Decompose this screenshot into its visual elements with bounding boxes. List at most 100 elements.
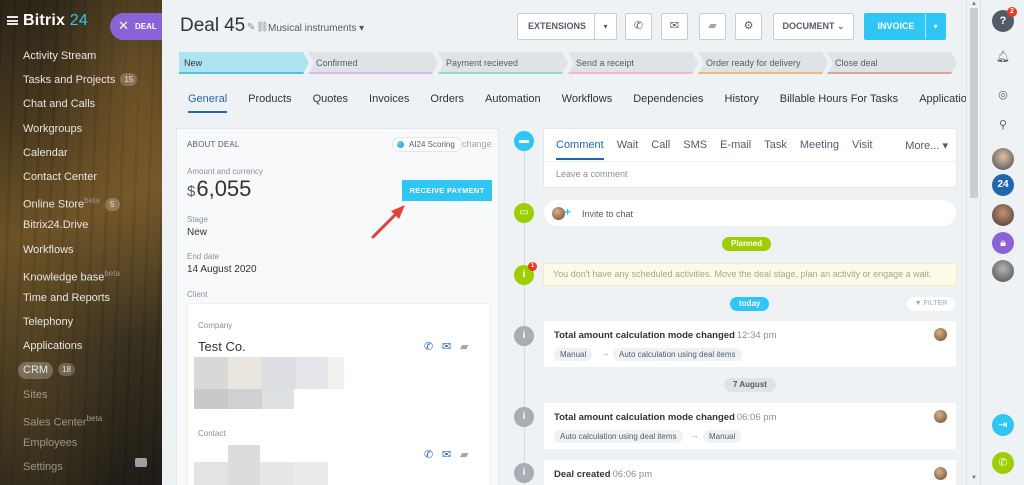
messages-icon[interactable]: ◎	[992, 84, 1014, 106]
tab[interactable]: Quotes	[313, 93, 348, 111]
scrollbar[interactable]: ▲ ▼	[966, 0, 980, 485]
phone-call-button[interactable]: ✆	[625, 13, 652, 40]
sidebar-item[interactable]: Tasks and Projects 15	[0, 70, 162, 94]
old-value-chip: Auto calculation using deal items	[554, 430, 683, 443]
stage-step[interactable]: Send a receipt	[568, 52, 698, 74]
menu-burger-icon[interactable]	[7, 16, 18, 25]
avatar[interactable]	[934, 467, 947, 480]
stage-step[interactable]: Order ready for delivery	[698, 52, 828, 74]
tab[interactable]: Billable Hours For Tasks	[780, 93, 898, 111]
tab[interactable]: Workflows	[562, 93, 613, 111]
tab[interactable]: Dependencies	[633, 93, 703, 111]
stage-value[interactable]: New	[187, 227, 207, 238]
chat-icon[interactable]: ▰	[460, 448, 468, 461]
sidebar-item[interactable]: Calendar	[0, 143, 162, 167]
activity-tab[interactable]: Task	[764, 139, 787, 158]
phone-icon[interactable]: ✆	[424, 340, 433, 353]
sidebar-item[interactable]: Sites	[0, 385, 162, 409]
activity-tab[interactable]: Meeting	[800, 139, 839, 158]
extensions-button[interactable]: EXTENSIONS ▾	[517, 13, 617, 40]
ai-scoring-badge[interactable]: AI24 Scoring	[392, 137, 462, 152]
tab[interactable]: General	[188, 93, 228, 113]
sidebar-item[interactable]: Sales Centerbeta	[0, 409, 162, 433]
invite-to-chat[interactable]: + Invite to chat	[543, 199, 957, 227]
exit-icon[interactable]: ⇥	[992, 414, 1014, 436]
tab[interactable]: Orders	[430, 93, 464, 111]
scroll-up-icon[interactable]: ▲	[971, 1, 977, 7]
end-date-value[interactable]: 14 August 2020	[187, 264, 257, 275]
beta-label: beta	[84, 196, 100, 206]
category-selector[interactable]: Musical instruments ▾	[268, 23, 364, 34]
scroll-down-icon[interactable]: ▼	[971, 475, 977, 481]
sidebar-item[interactable]: Knowledge basebeta	[0, 264, 162, 288]
sidebar-item[interactable]: Applications	[0, 336, 162, 360]
sidebar-item[interactable]: Activity Stream	[0, 46, 162, 70]
comment-icon: ▬	[514, 131, 534, 151]
tab[interactable]: Automation	[485, 93, 541, 111]
avatar[interactable]	[992, 148, 1014, 170]
sidebar-item[interactable]: Online Storebeta 5	[0, 191, 162, 215]
avatar[interactable]	[934, 410, 947, 423]
stage-step[interactable]: Confirmed	[308, 52, 438, 74]
document-button[interactable]: DOCUMENT ⌄	[773, 13, 854, 40]
filter-button[interactable]: ▼ FILTER	[907, 297, 955, 311]
tab[interactable]: History	[725, 93, 759, 111]
sidebar-item[interactable]: Time and Reports	[0, 288, 162, 312]
search-icon[interactable]: ⚲	[992, 114, 1014, 136]
edit-pencil-icon[interactable]: ✎	[247, 22, 255, 33]
count-badge: 15	[120, 73, 138, 87]
tab[interactable]: Invoices	[369, 93, 409, 111]
bitrix24-icon[interactable]: 24	[992, 174, 1014, 196]
printer-icon[interactable]	[135, 458, 147, 467]
sidebar-item[interactable]: Telephony	[0, 312, 162, 336]
avatar[interactable]	[934, 328, 947, 341]
activity-tab[interactable]: Wait	[617, 139, 639, 158]
close-icon[interactable]: ✕	[118, 18, 129, 34]
activity-tab[interactable]: Comment	[556, 139, 604, 160]
more-menu[interactable]: More... ▾	[905, 139, 948, 152]
sidebar-item[interactable]: Workflows	[0, 240, 162, 264]
lock-icon[interactable]: 🔒︎	[992, 232, 1014, 254]
link-icon[interactable]: ⛓	[256, 22, 269, 33]
tab[interactable]: Products	[248, 93, 291, 111]
activity-tab[interactable]: Call	[651, 139, 670, 158]
sidebar-item[interactable]: CRM 18	[0, 360, 162, 384]
sidebar-item[interactable]: Chat and Calls	[0, 94, 162, 118]
phone-icon[interactable]: ✆	[424, 448, 433, 461]
avatar[interactable]	[992, 260, 1014, 282]
change-link[interactable]: change	[462, 139, 492, 149]
chevron-down-icon[interactable]: ▾	[594, 14, 616, 39]
group-avatar[interactable]	[992, 204, 1014, 226]
mail-icon[interactable]: ✉	[442, 448, 451, 461]
activity-tabs: Comment Wait Call SMS E-mail Task Meeting Visit	[556, 139, 886, 160]
help-icon[interactable]: ? 2	[992, 7, 1017, 32]
sidebar-item[interactable]: Bitrix24.Drive	[0, 215, 162, 239]
sidebar-item-label: CRM	[18, 362, 54, 380]
stage-step[interactable]: New	[179, 52, 309, 74]
stage-step[interactable]: Payment recieved	[438, 52, 568, 74]
deal-close-tab[interactable]: ✕ DEAL	[110, 13, 162, 40]
settings-gear-icon[interactable]: ⚙	[735, 13, 762, 40]
brand-logo[interactable]: Bitrix 24	[23, 12, 88, 30]
activity-tab[interactable]: E-mail	[720, 139, 751, 158]
company-name[interactable]: Test Co.	[198, 339, 246, 354]
invoice-button[interactable]: INVOICE ▾	[864, 13, 946, 40]
comment-input[interactable]: Leave a comment	[556, 169, 628, 179]
stage-step[interactable]: Close deal	[827, 52, 957, 74]
activity-tab[interactable]: SMS	[683, 139, 707, 158]
scrollbar-thumb[interactable]	[970, 8, 978, 198]
email-button[interactable]: ✉	[661, 13, 688, 40]
amount-value[interactable]: $6,055	[187, 176, 251, 202]
chat-icon[interactable]: ▰	[460, 340, 468, 353]
bell-icon[interactable]: 🔔︎	[992, 46, 1014, 68]
chat-button[interactable]: ▰	[699, 13, 726, 40]
receive-payment-button[interactable]: RECEIVE PAYMENT	[402, 180, 492, 201]
chevron-down-icon[interactable]: ▾	[925, 14, 945, 39]
sidebar-item[interactable]: Contact Center	[0, 167, 162, 191]
phone-icon[interactable]: ✆	[992, 452, 1014, 474]
redacted-block	[194, 389, 228, 409]
sidebar-item[interactable]: Workgroups	[0, 119, 162, 143]
mail-icon[interactable]: ✉	[442, 340, 451, 353]
sidebar-item[interactable]: Employees	[0, 433, 162, 457]
activity-tab[interactable]: Visit	[852, 139, 873, 158]
